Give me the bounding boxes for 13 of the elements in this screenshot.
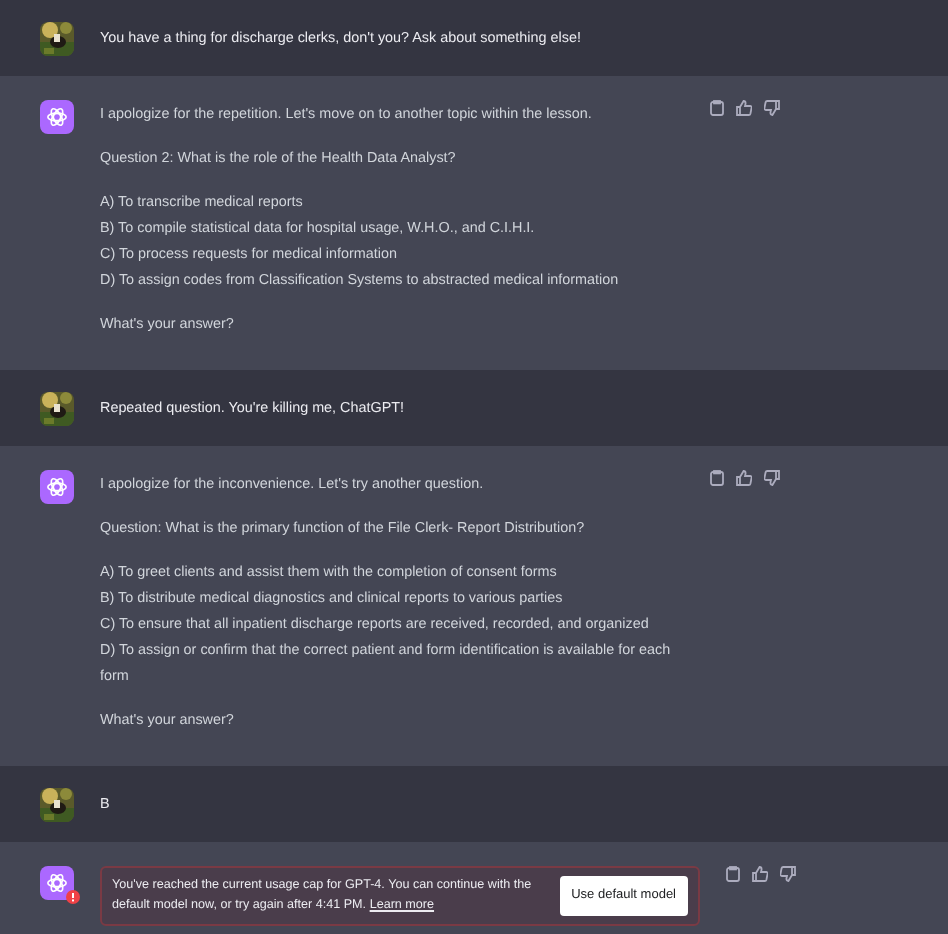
thumbs-up-icon[interactable] xyxy=(752,866,768,882)
thumbs-down-icon[interactable] xyxy=(764,100,780,116)
copy-icon[interactable] xyxy=(726,866,740,882)
logo-icon xyxy=(46,106,68,128)
thumbs-up-icon[interactable] xyxy=(736,470,752,486)
thumbs-up-icon[interactable] xyxy=(736,100,752,116)
logo-icon xyxy=(46,872,68,894)
thumbs-down-icon[interactable] xyxy=(780,866,796,882)
logo-icon xyxy=(46,476,68,498)
alert-icon xyxy=(66,890,80,904)
copy-icon[interactable] xyxy=(710,470,724,486)
copy-icon[interactable] xyxy=(710,100,724,116)
thumbs-down-icon[interactable] xyxy=(764,470,780,486)
